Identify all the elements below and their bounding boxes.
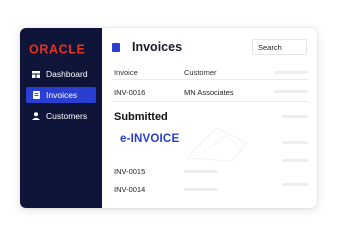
page-title: Invoices bbox=[132, 40, 183, 54]
placeholder-bar bbox=[274, 90, 308, 93]
decorative-shape bbox=[185, 127, 248, 162]
column-header-invoice: Invoice bbox=[114, 68, 138, 77]
divider bbox=[112, 101, 308, 102]
main-content: Invoices Search Invoice Customer INV-001… bbox=[102, 28, 317, 208]
einvoice-badge: e-INVOICE bbox=[120, 133, 180, 145]
placeholder-bar bbox=[184, 188, 218, 191]
sidebar-item-label: Customers bbox=[46, 111, 88, 121]
sidebar-item-label: Dashboard bbox=[46, 69, 88, 79]
invoice-id[interactable]: INV-0015 bbox=[114, 167, 145, 176]
sidebar-item-customers[interactable]: Customers bbox=[26, 108, 96, 124]
sidebar: ORACLE Dashboard Invoices Customers bbox=[20, 28, 102, 208]
divider bbox=[112, 79, 308, 80]
title-marker bbox=[112, 43, 120, 52]
search-button[interactable]: Search bbox=[252, 39, 307, 55]
app-window: ORACLE Dashboard Invoices Customers Invo… bbox=[20, 28, 317, 208]
svg-text:ORACLE: ORACLE bbox=[29, 43, 85, 57]
oracle-logo: ORACLE bbox=[29, 43, 85, 57]
placeholder-bar bbox=[282, 115, 308, 118]
invoice-icon bbox=[29, 87, 43, 103]
placeholder-bar bbox=[184, 170, 218, 173]
invoice-id[interactable]: INV-0014 bbox=[114, 185, 145, 194]
person-icon bbox=[29, 108, 43, 124]
status-submitted: Submitted bbox=[114, 111, 168, 123]
placeholder-bar bbox=[282, 159, 308, 162]
placeholder-bar bbox=[274, 71, 308, 74]
customer-name: MN Associates bbox=[184, 88, 234, 97]
placeholder-bar bbox=[282, 141, 308, 144]
sidebar-item-dashboard[interactable]: Dashboard bbox=[26, 66, 96, 82]
placeholder-bar bbox=[282, 183, 308, 186]
sidebar-item-label: Invoices bbox=[46, 90, 78, 100]
column-header-customer: Customer bbox=[184, 68, 217, 77]
invoice-id[interactable]: INV-0016 bbox=[114, 88, 145, 97]
dashboard-icon bbox=[29, 66, 43, 82]
sidebar-item-invoices[interactable]: Invoices bbox=[26, 87, 96, 103]
